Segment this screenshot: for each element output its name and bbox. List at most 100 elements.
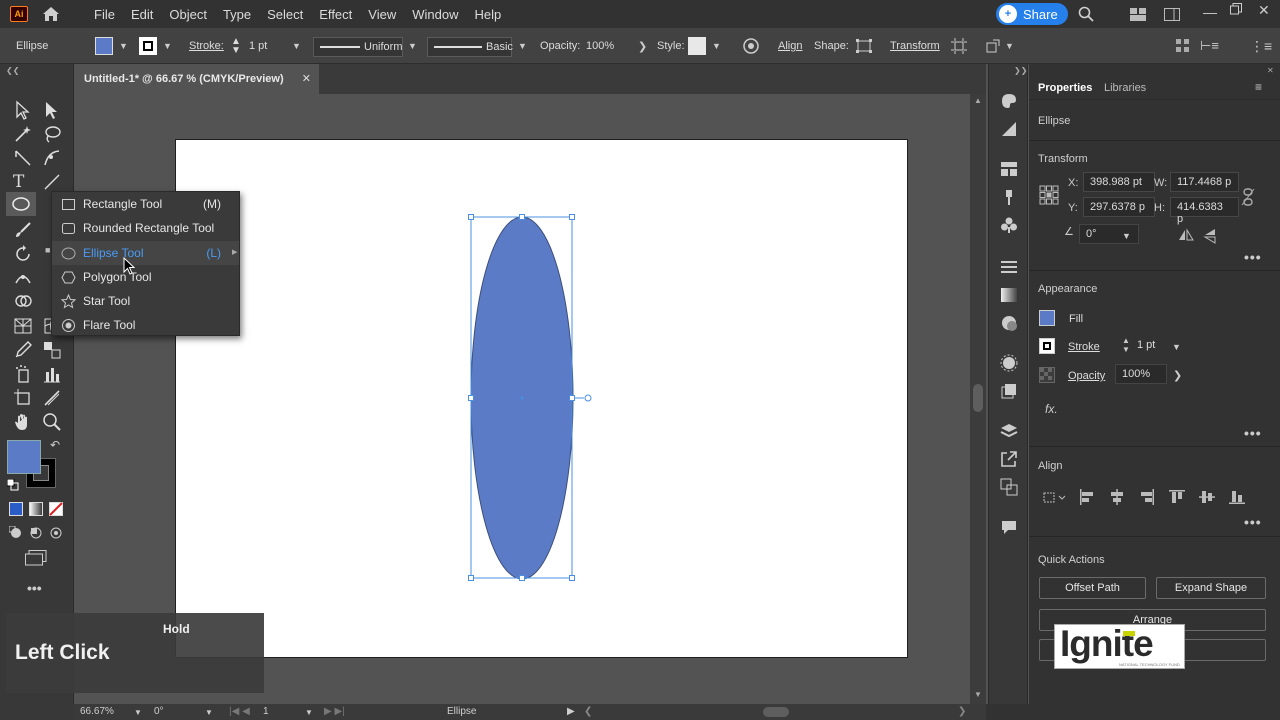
draw-normal-icon[interactable] — [9, 526, 23, 540]
scroll-left-icon[interactable]: ❮ — [584, 706, 592, 717]
graphic-styles-icon[interactable] — [1000, 382, 1018, 400]
line-segment-tool-icon[interactable] — [42, 172, 62, 192]
fill-swatch[interactable] — [1039, 310, 1055, 326]
magic-wand-tool-icon[interactable] — [13, 124, 33, 144]
opacity-value[interactable]: 100% — [586, 40, 614, 52]
screen-mode-icon[interactable] — [25, 550, 47, 566]
zoom-tool-icon[interactable] — [42, 412, 62, 432]
color-panel-icon[interactable] — [1000, 92, 1018, 110]
restore-icon[interactable] — [1230, 3, 1242, 15]
more-align-options-icon[interactable]: ••• — [1244, 514, 1262, 530]
chevron-down-icon[interactable]: ▼ — [134, 708, 142, 717]
menu-object[interactable]: Object — [169, 7, 207, 22]
distribute-icon[interactable]: ⊢≡ — [1200, 38, 1219, 54]
edit-toolbar-icon[interactable]: ••• — [27, 580, 42, 596]
width-tool-icon[interactable] — [13, 268, 33, 288]
fill-color-box[interactable] — [7, 440, 41, 474]
variable-width-profile[interactable]: Uniform — [313, 37, 403, 57]
stroke-stepper[interactable]: ▲ ▼ — [231, 37, 241, 56]
transparency-icon[interactable] — [1000, 314, 1018, 332]
chevron-down-icon[interactable]: ▼ — [305, 708, 313, 717]
reference-point-icon[interactable] — [1039, 185, 1059, 205]
opacity-input[interactable]: 100% — [1115, 364, 1167, 384]
align-horizontal-center-icon[interactable] — [1109, 489, 1125, 505]
tab-properties[interactable]: Properties — [1038, 82, 1092, 94]
align-to-icon[interactable] — [1043, 489, 1067, 505]
artboard-number[interactable]: 1 — [263, 706, 269, 717]
graphic-style-swatch[interactable] — [688, 37, 706, 55]
type-tool-icon[interactable]: T — [13, 172, 33, 192]
fill-swatch[interactable] — [95, 37, 113, 55]
asset-export-icon[interactable] — [1000, 450, 1018, 468]
scroll-up-icon[interactable]: ▲ — [974, 96, 982, 105]
menu-window[interactable]: Window — [412, 7, 458, 22]
scroll-down-icon[interactable]: ▼ — [974, 690, 982, 699]
swap-colors-icon[interactable]: ↶ — [50, 438, 60, 452]
stroke-value[interactable]: 1 pt — [1137, 339, 1155, 351]
symbols-icon[interactable] — [1000, 216, 1018, 234]
edit-contents-icon[interactable] — [985, 38, 1001, 54]
flyout-item-rectangle[interactable]: Rectangle Tool (M) — [52, 192, 239, 216]
pen-tool-icon[interactable] — [13, 148, 33, 168]
flip-horizontal-icon[interactable] — [1178, 228, 1194, 242]
chevron-down-icon[interactable]: ▼ — [1122, 231, 1131, 241]
offset-path-button[interactable]: Offset Path — [1039, 577, 1146, 599]
flyout-item-flare[interactable]: Flare Tool — [52, 313, 239, 337]
curvature-tool-icon[interactable] — [42, 148, 62, 168]
slice-tool-icon[interactable] — [42, 388, 62, 408]
chevron-down-icon[interactable]: ▼ — [119, 41, 128, 51]
align-link[interactable]: Align — [778, 40, 802, 52]
stroke-stepper[interactable]: ▲ ▼ — [1122, 336, 1130, 354]
width-input[interactable]: 117.4468 p — [1170, 172, 1239, 192]
menu-select[interactable]: Select — [267, 7, 303, 22]
brushes-icon[interactable] — [1000, 188, 1018, 206]
flyout-item-rounded-rectangle[interactable]: Rounded Rectangle Tool — [52, 216, 239, 240]
align-vertical-center-icon[interactable] — [1199, 489, 1215, 505]
stroke-swatch[interactable] — [139, 37, 157, 55]
default-colors-icon[interactable] — [7, 479, 19, 491]
collapse-panel-icon[interactable]: ❮❮ — [6, 66, 19, 75]
menu-view[interactable]: View — [368, 7, 396, 22]
swatches-icon[interactable] — [1000, 160, 1018, 178]
none-mode-icon[interactable] — [49, 502, 63, 516]
align-right-icon[interactable] — [1139, 489, 1155, 505]
lasso-tool-icon[interactable] — [42, 124, 62, 144]
effects-button[interactable]: fx. — [1045, 402, 1058, 416]
align-top-icon[interactable] — [1169, 489, 1185, 505]
menu-type[interactable]: Type — [223, 7, 251, 22]
align-left-icon[interactable] — [1079, 489, 1095, 505]
draw-inside-icon[interactable] — [49, 526, 63, 540]
perspective-grid-tool-icon[interactable] — [13, 316, 33, 336]
chevron-down-icon[interactable]: ▼ — [1172, 342, 1181, 352]
align-bottom-icon[interactable] — [1229, 489, 1245, 505]
chevron-right-icon[interactable]: ❯ — [1173, 369, 1182, 382]
rotate-view-value[interactable]: 0° — [154, 706, 164, 717]
color-guide-icon[interactable] — [1000, 120, 1018, 138]
selection-tool-icon[interactable] — [13, 100, 33, 120]
shape-properties-icon[interactable] — [856, 39, 872, 53]
brush-definition[interactable]: Basic — [427, 37, 513, 57]
expand-shape-button[interactable]: Expand Shape — [1156, 577, 1266, 599]
more-appearance-options-icon[interactable]: ••• — [1244, 425, 1262, 441]
panel-menu-icon[interactable]: ⋮≡ — [1250, 38, 1272, 55]
chevron-down-icon[interactable]: ▼ — [408, 41, 417, 51]
more-transform-options-icon[interactable]: ••• — [1244, 249, 1262, 265]
eyedropper-tool-icon[interactable] — [13, 340, 33, 360]
artboard-tool-icon[interactable] — [13, 388, 33, 408]
chevron-down-icon[interactable]: ▼ — [712, 41, 721, 51]
chevron-down-icon[interactable]: ▼ — [163, 41, 172, 51]
ellipse-tool-icon[interactable] — [11, 194, 31, 214]
stroke-label[interactable]: Stroke: — [189, 40, 224, 52]
share-button[interactable]: + Share — [996, 3, 1068, 25]
search-icon[interactable] — [1078, 6, 1094, 22]
appearance-icon[interactable] — [1000, 354, 1018, 372]
tab-libraries[interactable]: Libraries — [1104, 82, 1146, 94]
document-tab[interactable]: Untitled-1* @ 66.67 % (CMYK/Preview) ✕ — [74, 64, 319, 94]
chevron-down-icon[interactable]: ▼ — [1005, 41, 1014, 51]
close-tab-icon[interactable]: ✕ — [302, 72, 311, 85]
close-window-icon[interactable]: ✕ — [1258, 2, 1270, 19]
first-artboard-icon[interactable]: |◀ ◀ — [229, 706, 250, 717]
comments-icon[interactable] — [1000, 518, 1018, 536]
flyout-item-polygon[interactable]: Polygon Tool — [52, 265, 239, 289]
height-input[interactable]: 414.6383 p — [1170, 197, 1239, 225]
